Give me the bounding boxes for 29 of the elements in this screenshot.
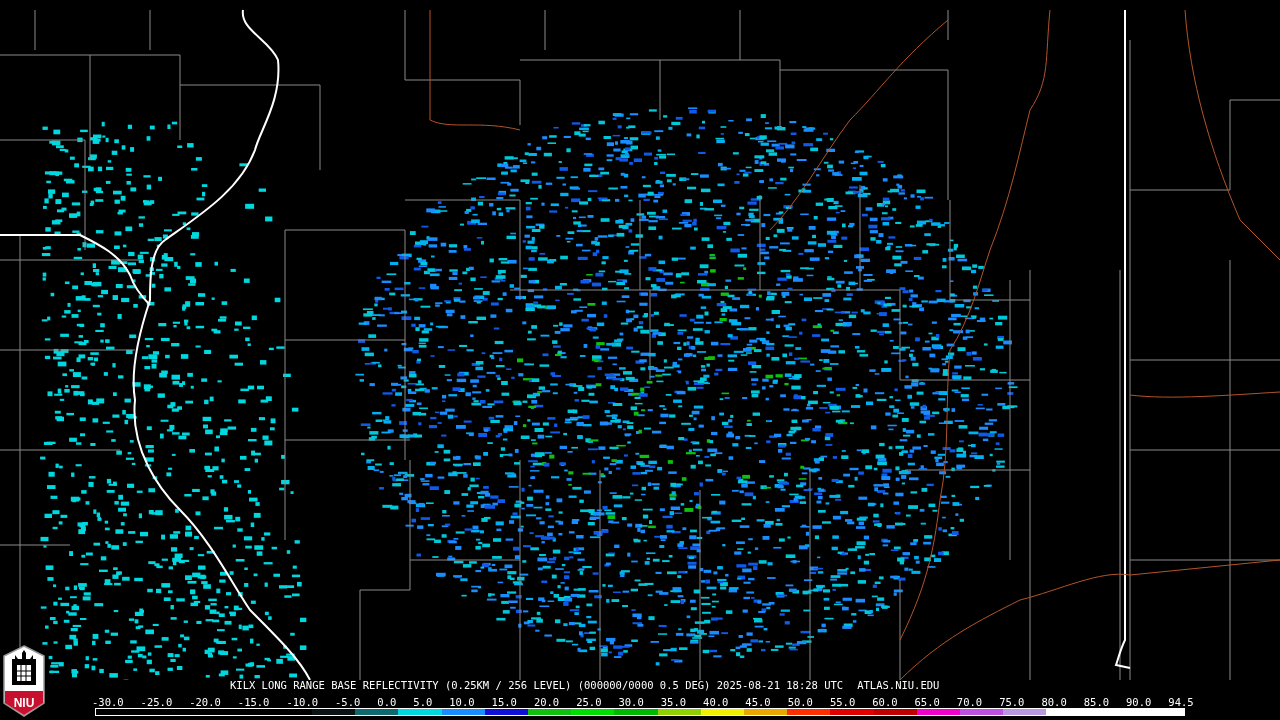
scale-label: 60.0 <box>872 697 898 708</box>
scale-label: 0.0 <box>377 697 397 708</box>
scale-label: -25.0 <box>140 697 173 708</box>
scale-label: 50.0 <box>787 697 813 708</box>
scale-label: 75.0 <box>999 697 1025 708</box>
university-logo: NIU <box>3 645 45 717</box>
scale-label: 45.0 <box>745 697 771 708</box>
scale-label: 80.0 <box>1041 697 1067 708</box>
scale-label: 40.0 <box>703 697 729 708</box>
source-text: ATLAS.NIU.EDU <box>857 680 940 693</box>
scale-label: 15.0 <box>491 697 517 708</box>
scale-label: -15.0 <box>237 697 270 708</box>
scale-label: 55.0 <box>829 697 856 708</box>
scale-label: 65.0 <box>914 697 940 708</box>
scale-label: 20.0 <box>533 697 560 708</box>
scale-label: 35.0 <box>660 697 687 708</box>
scale-label: 30.0 <box>618 697 644 708</box>
product-title: KILX LONG RANGE BASE REFLECTIVITY (0.25KM / 256 LEVEL) (000000/0000 0.5 DEG) 2025-08-21 18:28 UTC <box>230 680 844 693</box>
scale-label: -5.0 <box>335 697 361 708</box>
scale-label: 25.0 <box>576 697 602 708</box>
scale-label: 70.0 <box>956 697 983 708</box>
scale-label: 85.0 <box>1083 697 1110 708</box>
scale-label: 94.5 <box>1168 697 1194 708</box>
scale-label: 90.0 <box>1126 697 1152 708</box>
scale-label: 10.0 <box>449 697 475 708</box>
scale-label: -10.0 <box>286 697 319 708</box>
scale-label: -20.0 <box>189 697 221 708</box>
scale-label: 5.0 <box>413 697 433 708</box>
scale-label: -30.0 <box>92 697 124 708</box>
